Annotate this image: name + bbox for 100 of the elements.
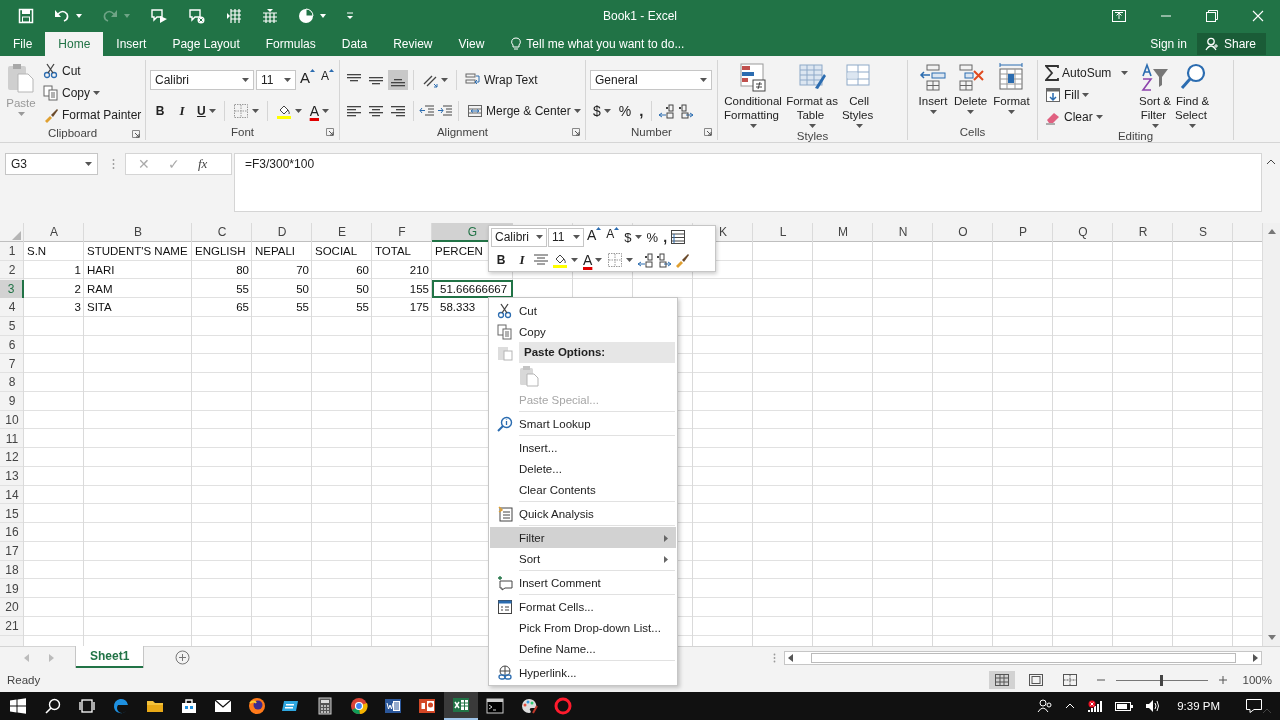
ribbon-tab[interactable]: View (445, 32, 498, 56)
clock[interactable]: 9:39 PM (1177, 700, 1220, 712)
italic-button[interactable]: I (512, 250, 532, 270)
column-header[interactable]: S (1199, 225, 1207, 239)
menu-item[interactable]: Filter (490, 527, 676, 548)
row-header[interactable]: 15 (0, 504, 24, 524)
start-icon[interactable] (10, 698, 26, 714)
zoom-slider-thumb[interactable] (1160, 674, 1164, 686)
row-header[interactable]: 1 (0, 242, 24, 261)
menu-item[interactable]: Format Cells... (490, 596, 676, 617)
tell-me-field[interactable]: Tell me what you want to do... (526, 37, 727, 51)
menu-item[interactable]: Clear Contents (490, 479, 676, 500)
firefox-icon[interactable] (248, 697, 266, 715)
row-header[interactable]: 7 (0, 354, 24, 374)
network-icon[interactable] (1087, 699, 1104, 713)
chrome-icon[interactable] (350, 697, 368, 715)
shrink-font-button[interactable]: A (604, 227, 622, 247)
column-header[interactable]: O (958, 225, 968, 239)
close-icon[interactable] (1252, 10, 1264, 22)
currency-button[interactable]: $ (590, 99, 614, 122)
ribbon-tab[interactable]: File (0, 32, 46, 56)
cell-styles-button[interactable]: Cell Styles (839, 60, 879, 130)
column-header[interactable]: B (134, 225, 142, 239)
bold-button[interactable]: B (491, 250, 511, 270)
bold-button[interactable]: B (150, 99, 170, 122)
menu-item[interactable]: Insert Comment (490, 572, 676, 593)
ribbon-tab[interactable]: Data (328, 32, 381, 56)
edge-icon[interactable] (112, 697, 130, 715)
vertical-scrollbar[interactable] (1262, 223, 1280, 646)
grow-font-button[interactable]: A (585, 227, 604, 247)
row-header[interactable]: 6 (0, 335, 24, 355)
page-break-view-icon[interactable] (1062, 674, 1077, 686)
row-header[interactable]: 3 (0, 279, 24, 299)
column-header[interactable]: M (838, 225, 848, 239)
sheet-tab[interactable]: Sheet1 (76, 646, 144, 668)
percent-button[interactable]: % (644, 227, 661, 247)
row-header[interactable]: 18 (0, 560, 24, 580)
share-button[interactable]: Share (1196, 33, 1266, 55)
ribbon-tab[interactable]: Home (45, 32, 104, 56)
scroll-left-icon[interactable] (788, 653, 793, 662)
expand-formula-icon[interactable] (1266, 159, 1276, 165)
show-hidden-icons-icon[interactable] (1065, 703, 1076, 709)
row-header[interactable]: 16 (0, 523, 24, 542)
zoom-level[interactable]: 100% (1242, 674, 1272, 686)
menu-item[interactable]: Smart Lookup (490, 413, 676, 434)
page-layout-view-icon[interactable] (1028, 674, 1043, 686)
sort-filter-button[interactable]: Sort & Filter (1137, 60, 1173, 130)
font-color-button[interactable]: A (306, 99, 332, 122)
row-header[interactable]: 8 (0, 373, 24, 392)
ribbon-tab[interactable]: Insert (103, 32, 160, 56)
save-icon[interactable] (18, 8, 34, 24)
increase-decimal-icon[interactable] (657, 102, 676, 119)
insert-rows-icon[interactable] (226, 8, 242, 24)
column-header[interactable]: Q (1078, 225, 1088, 239)
dialog-launcher-icon[interactable] (132, 130, 140, 138)
normal-view-icon[interactable] (994, 674, 1009, 686)
dialog-launcher-icon[interactable] (572, 128, 580, 136)
menu-item[interactable]: Quick Analysis (490, 503, 676, 524)
row-header[interactable]: 12 (0, 448, 24, 467)
fill-button[interactable]: Fill (1042, 84, 1132, 106)
column-header[interactable]: L (779, 225, 787, 239)
row-header[interactable]: 5 (0, 317, 24, 336)
scrollbar-thumb[interactable] (810, 652, 1236, 663)
font-name-field[interactable]: Calibri (491, 227, 547, 247)
menu-item[interactable]: Hyperlink... (490, 662, 676, 683)
comma-button[interactable]: , (636, 99, 647, 122)
row-header[interactable]: 2 (0, 260, 24, 280)
app-window-icon[interactable] (282, 698, 300, 714)
name-box[interactable]: G3 (5, 153, 98, 175)
currency-button[interactable]: $ (622, 227, 644, 247)
row-header[interactable]: 21 (0, 617, 24, 636)
row-header[interactable]: 13 (0, 467, 24, 486)
column-header[interactable]: F (398, 225, 406, 239)
comment-delete-icon[interactable] (188, 8, 206, 24)
menu-item[interactable]: Copy (490, 321, 676, 342)
shrink-font-button[interactable]: A (319, 68, 337, 91)
menu-item[interactable]: Sort (490, 548, 676, 569)
row-header[interactable]: 20 (0, 598, 24, 617)
caret-icon[interactable] (76, 14, 82, 18)
ribbon-display-icon[interactable] (1112, 10, 1126, 22)
ribbon-tab[interactable]: Formulas (252, 32, 329, 56)
italic-button[interactable]: I (172, 99, 192, 122)
font-size-field[interactable]: 11 (548, 227, 584, 247)
comment-arrow-icon[interactable] (150, 8, 168, 24)
increase-decimal-icon[interactable] (636, 252, 655, 268)
menu-item[interactable]: Delete... (490, 458, 676, 479)
folder-icon[interactable] (146, 698, 164, 714)
percent-button[interactable]: % (615, 99, 635, 122)
mail-icon[interactable] (214, 699, 232, 713)
word-icon[interactable] (384, 697, 402, 715)
dialog-launcher-icon[interactable] (326, 128, 334, 136)
column-header[interactable]: E (338, 225, 346, 239)
pie-chart-icon[interactable] (298, 8, 314, 24)
column-header[interactable]: N (898, 225, 908, 239)
splitter-icon[interactable] (773, 652, 776, 663)
insert-button[interactable]: Insert (916, 60, 950, 116)
decrease-decimal-icon[interactable] (655, 252, 674, 268)
insert-columns-icon[interactable] (262, 8, 278, 24)
format-table-icon[interactable] (670, 229, 687, 245)
search-icon[interactable] (45, 698, 61, 714)
